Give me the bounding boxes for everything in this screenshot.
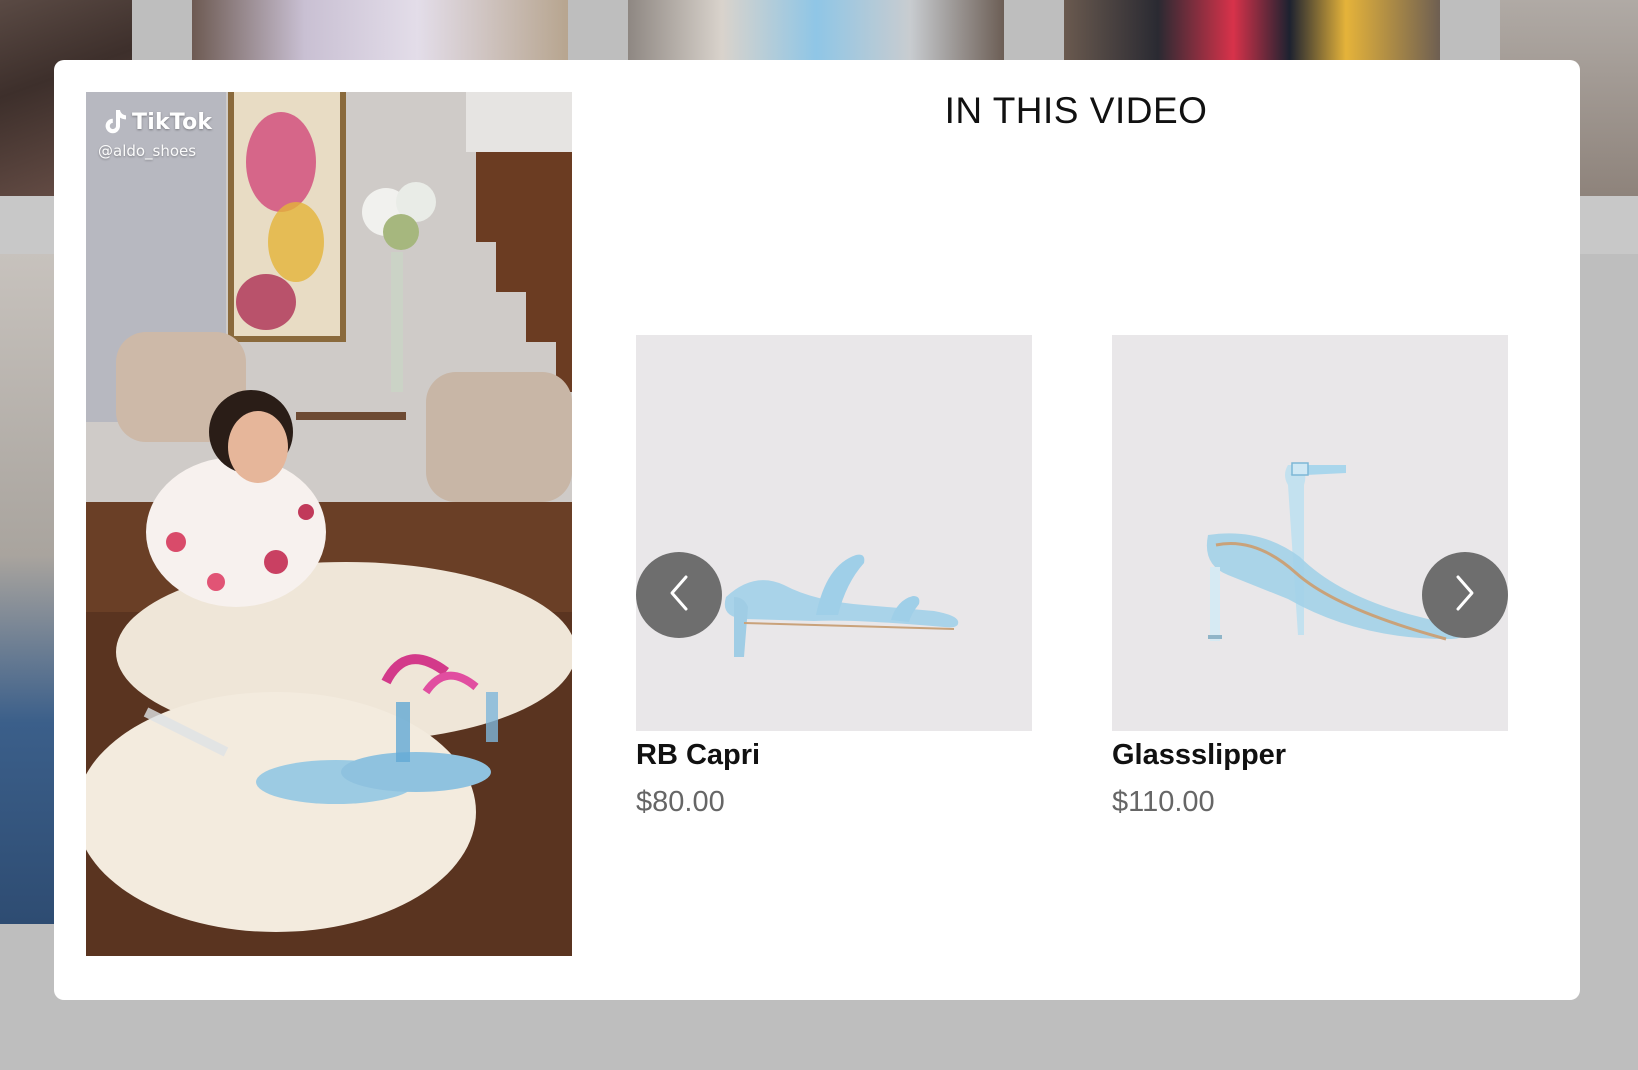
tiktok-brand-label: TikTok [132,109,213,135]
tiktok-logo-icon [102,108,128,136]
video-player[interactable]: TikTok @aldo_shoes [86,92,572,956]
gallery-thumbnail[interactable] [628,0,1004,60]
gallery-thumbnail[interactable] [1064,0,1440,60]
product-price: $80.00 [636,786,725,818]
product-image[interactable] [636,335,1032,731]
carousel-next-button[interactable] [1422,552,1508,638]
product-name[interactable]: Glassslipper [1112,739,1508,772]
chevron-left-icon [664,573,694,618]
chevron-right-icon [1450,573,1480,618]
gallery-thumbnail[interactable] [0,254,56,924]
product-price: $110.00 [1112,786,1215,818]
video-modal: TikTok @aldo_shoes IN THIS VIDEO RB Capr… [54,60,1580,1000]
tiktok-handle: @aldo_shoes [98,142,197,160]
product-name[interactable]: RB Capri [636,739,1032,772]
sandal-illustration [724,554,959,657]
heel-illustration [1206,462,1463,641]
modal-title: IN THIS VIDEO [944,90,1208,131]
video-frame [86,92,572,956]
gallery-thumbnail[interactable] [192,0,568,60]
carousel-prev-button[interactable] [636,552,722,638]
tiktok-watermark: TikTok @aldo_shoes [98,108,213,161]
product-image[interactable] [1112,335,1508,731]
